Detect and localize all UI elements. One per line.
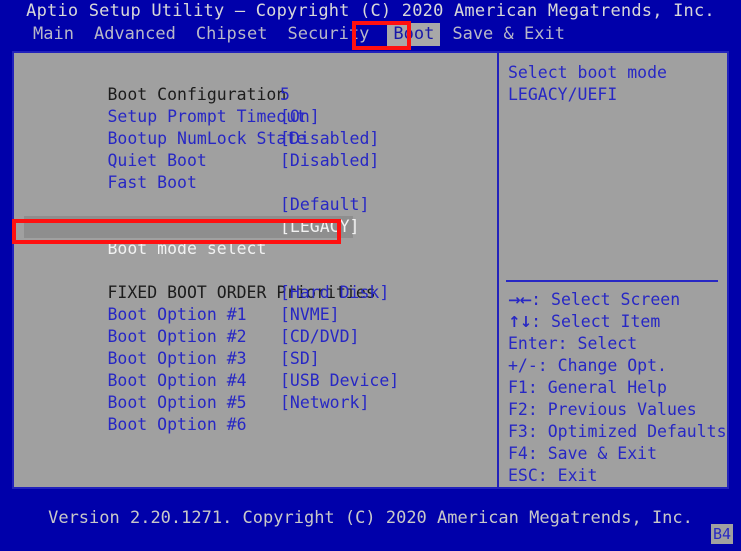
key-legend-label: : Select Item [531, 312, 661, 331]
setting-row-boot-option-5[interactable]: Boot Option #5 [USB Device] [28, 370, 497, 412]
setting-row-boot-option-4[interactable]: Boot Option #4 [SD] [28, 348, 497, 390]
tab-chipset[interactable]: Chipset [194, 23, 270, 46]
key-legend-previous-values: F2: Previous Values [508, 400, 697, 419]
row-spacer [28, 172, 497, 194]
setting-value[interactable]: [On] [280, 106, 320, 128]
left-right-arrow-icon: →← [508, 291, 532, 309]
setting-row-boot-mode-select[interactable]: Boot mode select [LEGACY] [24, 216, 359, 258]
setting-value[interactable]: [Disabled] [280, 128, 379, 150]
setting-value[interactable]: [Network] [280, 392, 369, 414]
section-header-boot-configuration: Boot Configuration [28, 62, 497, 104]
boot-settings-list: Boot Configuration Setup Prompt Timeout … [14, 53, 497, 487]
setting-row-bootup-numlock-state[interactable]: Bootup NumLock State [On] [28, 106, 497, 148]
setting-row-boot-option-2[interactable]: Boot Option #2 [NVME] [28, 304, 497, 346]
version-footer: Version 2.20.1271. Copyright (C) 2020 Am… [48, 508, 693, 528]
key-legend-esc-exit: ESC: Exit [508, 466, 598, 485]
build-tag: B4 [710, 524, 733, 544]
help-pane: Select boot mode LEGACY/UEFI →←: Select … [499, 53, 727, 487]
row-spacer [28, 238, 497, 260]
tab-save-and-exit[interactable]: Save & Exit [450, 23, 567, 46]
key-legend-save-and-exit: F4: Save & Exit [508, 444, 658, 463]
section-header-fixed-boot-order-priorities: FIXED BOOT ORDER Priorities [28, 260, 497, 302]
key-legend-change-opt: +/-: Change Opt. [508, 356, 667, 375]
setting-row-boot-option-1[interactable]: Boot Option #1 [Hard Disk] [28, 282, 497, 324]
help-text-line-1: Select boot mode [508, 63, 667, 82]
tab-advanced[interactable]: Advanced [92, 23, 178, 46]
key-legend-general-help: F1: General Help [508, 378, 667, 397]
tab-main[interactable]: Main [31, 23, 76, 46]
setting-value[interactable]: [CD/DVD] [280, 326, 359, 348]
tab-security[interactable]: Security [286, 23, 372, 46]
setting-row-new-boot-option-policy[interactable]: New Boot Option Policy [Default] [28, 194, 497, 236]
setting-row-quiet-boot[interactable]: Quiet Boot [Disabled] [28, 128, 497, 170]
setting-label: Boot Option #6 [107, 415, 247, 434]
setting-value[interactable]: [Default] [280, 194, 369, 216]
setting-row-fast-boot[interactable]: Fast Boot [Disabled] [28, 150, 497, 192]
bios-setup-screen: Aptio Setup Utility – Copyright (C) 2020… [0, 0, 741, 551]
setting-value[interactable]: [Disabled] [280, 150, 379, 172]
help-pane-divider [506, 280, 718, 282]
setting-value[interactable]: [SD] [280, 348, 320, 370]
setting-value[interactable]: [USB Device] [280, 370, 399, 392]
key-legend-label: : Select Screen [531, 290, 681, 309]
utility-title: Aptio Setup Utility – Copyright (C) 2020… [0, 0, 741, 22]
setting-row-setup-prompt-timeout[interactable]: Setup Prompt Timeout 5 [28, 84, 497, 126]
setting-value[interactable]: [NVME] [280, 304, 340, 326]
key-legend-list: →←: Select Screen ↑↓: Select Item Enter:… [508, 289, 727, 487]
setting-row-boot-option-3[interactable]: Boot Option #3 [CD/DVD] [28, 326, 497, 368]
menu-bar: Main Advanced Chipset Security Boot Save & Ex… [0, 23, 741, 46]
key-legend-enter-select: Enter: Select [508, 334, 638, 353]
setting-row-boot-option-6[interactable]: Boot Option #6 [Network] [28, 392, 497, 434]
key-legend-optimized-defaults: F3: Optimized Defaults [508, 422, 727, 441]
setting-value[interactable]: [LEGACY] [280, 216, 359, 238]
setting-value[interactable]: [Hard Disk] [280, 282, 389, 304]
setting-value[interactable]: 5 [280, 84, 290, 106]
help-text-line-2: LEGACY/UEFI [508, 85, 618, 104]
up-down-arrow-icon: ↑↓ [508, 313, 532, 331]
tab-boot[interactable]: Boot [387, 23, 441, 46]
key-legend-select-screen: →←: Select Screen [508, 289, 727, 311]
setup-panel: Boot Configuration Setup Prompt Timeout … [12, 51, 729, 489]
key-legend-select-item: ↑↓: Select Item [508, 311, 727, 333]
